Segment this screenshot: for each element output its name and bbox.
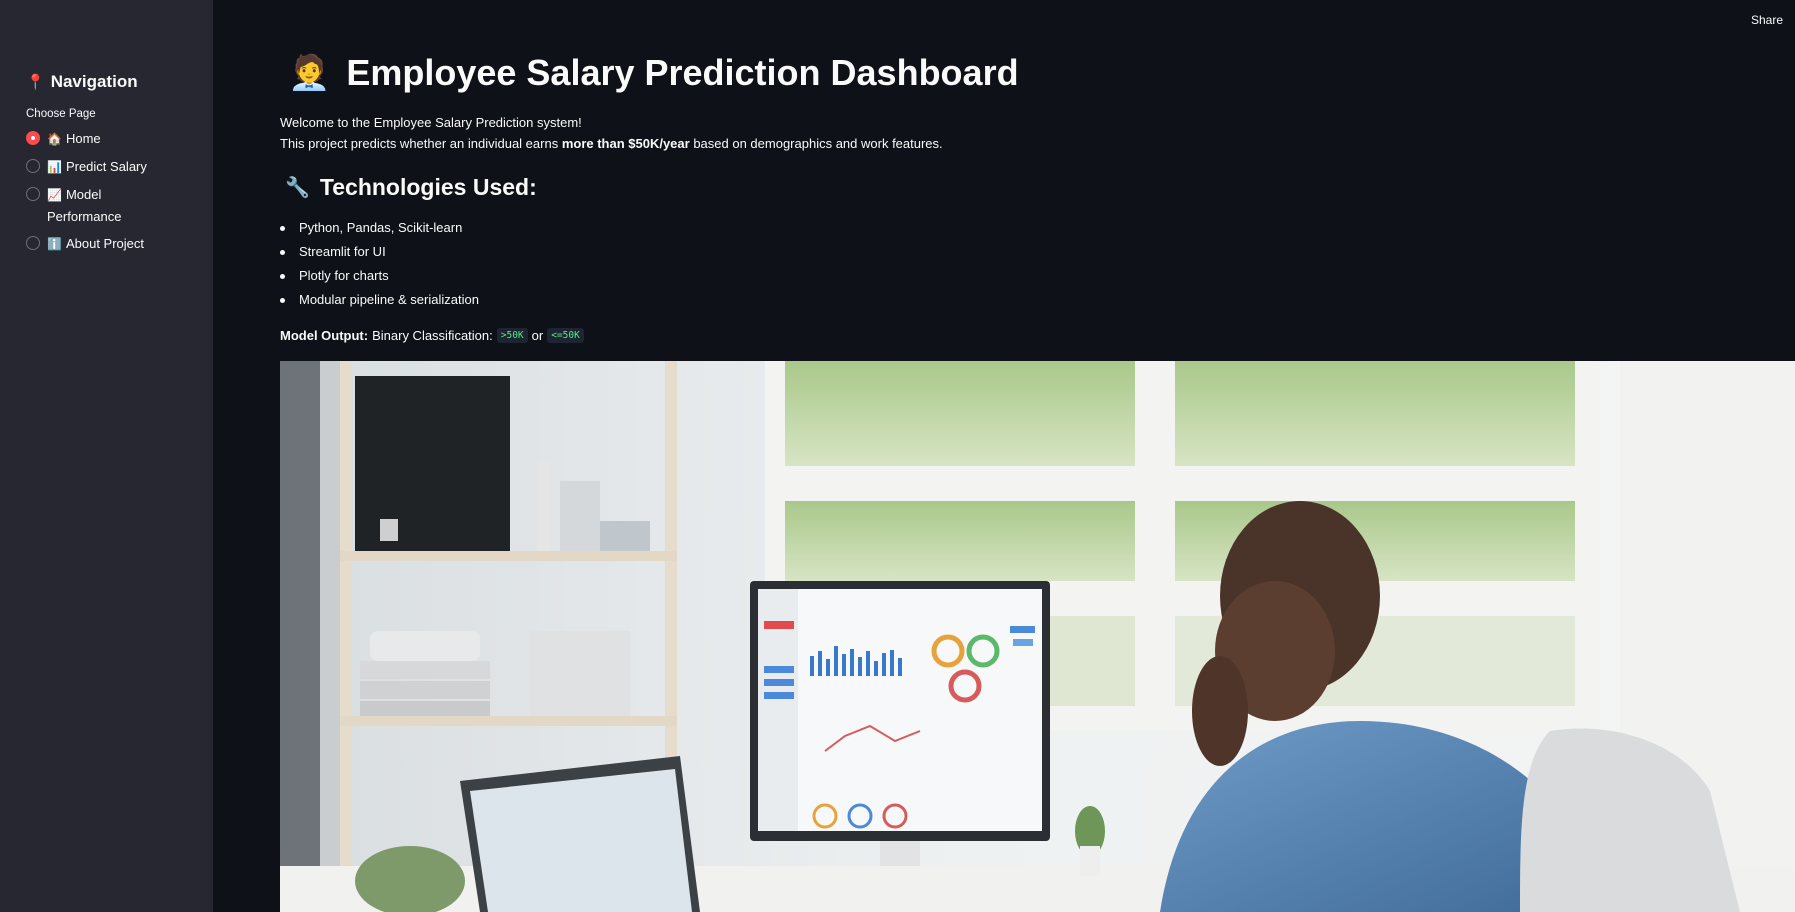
radio-text-home: Home (65, 131, 101, 146)
radio-option-about-project[interactable]: ℹ️ About Project (26, 233, 206, 255)
radio-button-home[interactable] (26, 131, 40, 145)
page-title: 🧑‍💼 Employee Salary Prediction Dashboard (288, 52, 1019, 94)
sidebar: 📍 Navigation Choose Page 🏠 Home 📊 Predict … (0, 0, 213, 912)
list-item: Streamlit for UI (280, 244, 479, 260)
radio-option-model-performance[interactable]: 📈 Model Performance (26, 184, 206, 227)
model-output-text: Binary Classification: (372, 328, 493, 343)
intro-text: Welcome to the Employee Salary Predictio… (280, 112, 943, 154)
wrench-icon: 🔧 (285, 177, 310, 199)
choose-page-label: Choose Page (26, 108, 96, 120)
model-output: Model Output: Binary Classification: >50… (280, 328, 584, 343)
list-item: Plotly for charts (280, 268, 479, 284)
radio-button-model-performance[interactable] (26, 187, 40, 201)
or-text: or (531, 328, 544, 343)
radio-text-predict-salary: Predict Salary (65, 159, 147, 174)
intro-line-2-post: based on demographics and work features. (689, 136, 943, 151)
technologies-list: Python, Pandas, Scikit-learn Streamlit f… (280, 220, 479, 316)
pin-icon: 📍 (26, 74, 45, 91)
intro-line-2-pre: This project predicts whether an individ… (280, 136, 562, 151)
radio-option-predict-salary[interactable]: 📊 Predict Salary (26, 156, 206, 178)
technologies-heading-text: Technologies Used: (319, 174, 537, 200)
radio-label-model-performance[interactable]: 📈 Model Performance (47, 184, 167, 227)
home-icon: 🏠 (47, 132, 62, 146)
code-less-equal-50k: <=50K (547, 328, 584, 343)
radio-label-home[interactable]: 🏠 Home (47, 128, 167, 150)
radio-option-home[interactable]: 🏠 Home (26, 128, 206, 150)
office-scene-illustration (280, 361, 1795, 912)
sidebar-title-text: Navigation (50, 72, 138, 91)
bar-chart-icon: 📊 (47, 160, 62, 174)
sidebar-title: 📍 Navigation (26, 72, 138, 92)
list-item: Python, Pandas, Scikit-learn (280, 220, 479, 236)
page-radio-group: 🏠 Home 📊 Predict Salary 📈 Model Performance… (26, 128, 206, 261)
code-greater-50k: >50K (496, 328, 528, 343)
model-output-label: Model Output: (280, 328, 369, 343)
trend-chart-icon: 📈 (47, 188, 62, 202)
list-item: Modular pipeline & serialization (280, 292, 479, 308)
intro-line-2-bold: more than $50K/year (561, 136, 690, 151)
intro-line-2: This project predicts whether an individ… (280, 133, 943, 154)
radio-label-predict-salary[interactable]: 📊 Predict Salary (47, 156, 167, 178)
business-person-icon: 🧑‍💼 (288, 54, 331, 92)
hero-image (280, 361, 1795, 912)
technologies-heading: 🔧 Technologies Used: (285, 174, 537, 201)
radio-button-predict-salary[interactable] (26, 159, 40, 173)
share-button[interactable]: Share (1751, 13, 1783, 27)
radio-text-about-project: About Project (65, 236, 144, 251)
page-title-text: Employee Salary Prediction Dashboard (346, 52, 1019, 93)
radio-label-about-project[interactable]: ℹ️ About Project (47, 233, 167, 255)
intro-line-1: Welcome to the Employee Salary Predictio… (280, 115, 582, 130)
radio-button-about-project[interactable] (26, 236, 40, 250)
info-icon: ℹ️ (47, 237, 62, 251)
